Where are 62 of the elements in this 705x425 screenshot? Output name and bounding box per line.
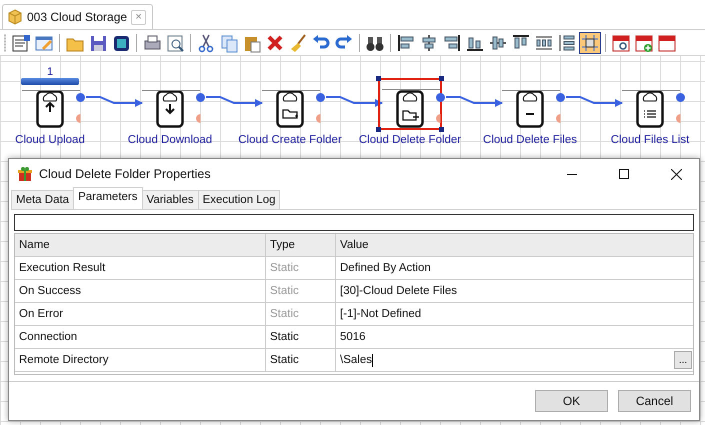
- table-cell[interactable]: [-1]-Not Defined: [340, 308, 422, 320]
- table-cell: Static: [266, 349, 336, 371]
- table-cell: Connection: [15, 326, 266, 348]
- table-cell: Remote Directory: [15, 349, 266, 371]
- flow-node[interactable]: [378, 78, 442, 130]
- node-label: Cloud Upload: [15, 134, 85, 146]
- connector-arrow: [206, 96, 263, 107]
- column-header[interactable]: Value: [336, 234, 693, 256]
- node-label: Cloud Create Folder: [238, 134, 342, 146]
- table-cell: Execution Result: [15, 257, 266, 279]
- resize-handle[interactable]: [439, 127, 444, 132]
- close-tab-button[interactable]: ×: [131, 10, 146, 24]
- column-header[interactable]: Type: [266, 234, 336, 256]
- cloud-folder-add-icon: [276, 90, 304, 128]
- browse-button[interactable]: ...: [674, 351, 692, 369]
- node-label: Cloud Download: [128, 134, 212, 146]
- table-cell[interactable]: 5016: [340, 331, 366, 343]
- node-label: Cloud Delete Files: [483, 134, 577, 146]
- output-port[interactable]: [676, 93, 685, 102]
- dialog-title: Cloud Delete Folder Properties: [39, 167, 212, 181]
- cloud-minus-icon: [516, 90, 544, 128]
- connector-arrow: [86, 96, 143, 107]
- dialog-tab[interactable]: Meta Data: [11, 190, 74, 209]
- cloud-list-icon: [636, 90, 664, 128]
- dialog-tab[interactable]: Variables: [142, 190, 199, 209]
- table-cell: On Error: [15, 303, 266, 325]
- output-port[interactable]: [316, 93, 325, 102]
- output-port[interactable]: [196, 93, 205, 102]
- output-port[interactable]: [436, 93, 445, 102]
- resize-handle[interactable]: [439, 76, 444, 81]
- output-port[interactable]: [76, 93, 85, 102]
- maximize-icon[interactable]: [619, 169, 629, 179]
- table-cell[interactable]: [30]-Cloud Delete Files: [340, 285, 457, 297]
- table-cell[interactable]: \Sales: [340, 354, 373, 366]
- table-cell: Static: [266, 303, 336, 325]
- resize-handle[interactable]: [376, 76, 381, 81]
- connector-arrow: [566, 96, 623, 107]
- step-number: 1: [46, 66, 54, 78]
- cloud-download-icon: [156, 90, 184, 128]
- cloud-folder-delete-icon: [396, 90, 424, 128]
- cloud-upload-icon: [36, 90, 64, 128]
- dialog-tab[interactable]: Execution Log: [198, 190, 280, 209]
- column-header[interactable]: Name: [15, 234, 266, 256]
- cancel-button[interactable]: Cancel: [618, 390, 691, 412]
- close-icon[interactable]: [670, 168, 682, 180]
- document-tab[interactable]: 003 Cloud Storage: [27, 10, 128, 24]
- output-port[interactable]: [556, 93, 565, 102]
- table-cell: Static: [266, 326, 336, 348]
- gift-icon: [17, 166, 33, 182]
- table-cell: Static: [266, 280, 336, 302]
- table-cell: Static: [266, 257, 336, 279]
- table-cell[interactable]: Defined By Action: [340, 262, 431, 274]
- connector-arrow: [446, 96, 503, 107]
- resize-handle[interactable]: [376, 127, 381, 132]
- connector-arrow: [326, 96, 383, 107]
- snap-to-grid-button[interactable]: [579, 32, 601, 54]
- node-label: Cloud Files List: [610, 134, 690, 146]
- package-icon: [7, 9, 23, 25]
- ok-button[interactable]: OK: [535, 390, 608, 412]
- node-label: Cloud Delete Folder: [358, 134, 462, 146]
- table-cell: On Success: [15, 280, 266, 302]
- filter-field[interactable]: [14, 214, 694, 231]
